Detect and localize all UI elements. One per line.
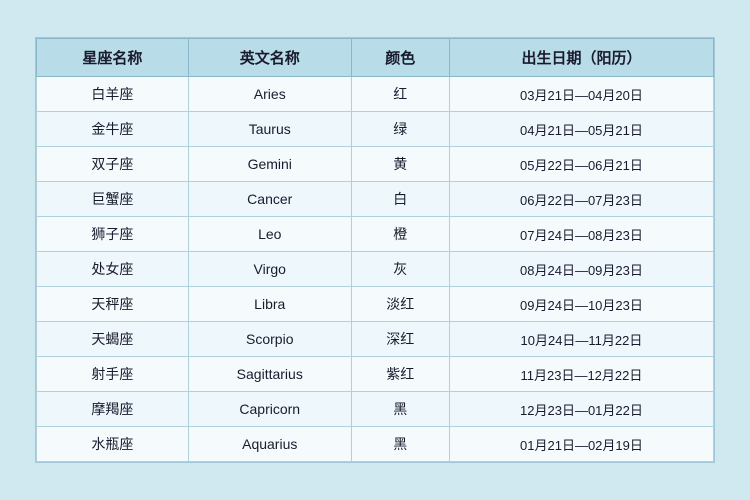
cell-dates: 10月24日—11月22日 (449, 322, 713, 357)
cell-color: 绿 (351, 112, 449, 147)
cell-chinese-name: 金牛座 (37, 112, 189, 147)
col-header-color: 颜色 (351, 39, 449, 77)
cell-color: 白 (351, 182, 449, 217)
table-header-row: 星座名称 英文名称 颜色 出生日期（阳历） (37, 39, 714, 77)
cell-chinese-name: 天秤座 (37, 287, 189, 322)
col-header-dates: 出生日期（阳历） (449, 39, 713, 77)
cell-chinese-name: 天蝎座 (37, 322, 189, 357)
cell-chinese-name: 射手座 (37, 357, 189, 392)
cell-english-name: Libra (188, 287, 351, 322)
table-row: 水瓶座Aquarius黑01月21日—02月19日 (37, 427, 714, 462)
cell-chinese-name: 双子座 (37, 147, 189, 182)
table-row: 天秤座Libra淡红09月24日—10月23日 (37, 287, 714, 322)
cell-chinese-name: 水瓶座 (37, 427, 189, 462)
cell-chinese-name: 摩羯座 (37, 392, 189, 427)
table-row: 狮子座Leo橙07月24日—08月23日 (37, 217, 714, 252)
table-row: 处女座Virgo灰08月24日—09月23日 (37, 252, 714, 287)
cell-english-name: Cancer (188, 182, 351, 217)
cell-dates: 06月22日—07月23日 (449, 182, 713, 217)
table-row: 金牛座Taurus绿04月21日—05月21日 (37, 112, 714, 147)
cell-chinese-name: 狮子座 (37, 217, 189, 252)
cell-dates: 12月23日—01月22日 (449, 392, 713, 427)
cell-dates: 07月24日—08月23日 (449, 217, 713, 252)
cell-color: 淡红 (351, 287, 449, 322)
cell-dates: 09月24日—10月23日 (449, 287, 713, 322)
cell-color: 黄 (351, 147, 449, 182)
cell-color: 橙 (351, 217, 449, 252)
table-row: 射手座Sagittarius紫红11月23日—12月22日 (37, 357, 714, 392)
cell-dates: 01月21日—02月19日 (449, 427, 713, 462)
cell-chinese-name: 巨蟹座 (37, 182, 189, 217)
cell-color: 红 (351, 77, 449, 112)
zodiac-table: 星座名称 英文名称 颜色 出生日期（阳历） 白羊座Aries红03月21日—04… (36, 38, 714, 462)
cell-color: 灰 (351, 252, 449, 287)
table-row: 摩羯座Capricorn黑12月23日—01月22日 (37, 392, 714, 427)
cell-dates: 11月23日—12月22日 (449, 357, 713, 392)
cell-dates: 05月22日—06月21日 (449, 147, 713, 182)
table-row: 双子座Gemini黄05月22日—06月21日 (37, 147, 714, 182)
table-row: 天蝎座Scorpio深红10月24日—11月22日 (37, 322, 714, 357)
table-row: 白羊座Aries红03月21日—04月20日 (37, 77, 714, 112)
cell-english-name: Aries (188, 77, 351, 112)
cell-color: 黑 (351, 427, 449, 462)
cell-dates: 04月21日—05月21日 (449, 112, 713, 147)
cell-english-name: Sagittarius (188, 357, 351, 392)
cell-color: 紫红 (351, 357, 449, 392)
col-header-chinese: 星座名称 (37, 39, 189, 77)
table-row: 巨蟹座Cancer白06月22日—07月23日 (37, 182, 714, 217)
cell-chinese-name: 白羊座 (37, 77, 189, 112)
cell-english-name: Scorpio (188, 322, 351, 357)
cell-color: 深红 (351, 322, 449, 357)
cell-color: 黑 (351, 392, 449, 427)
cell-english-name: Gemini (188, 147, 351, 182)
cell-chinese-name: 处女座 (37, 252, 189, 287)
cell-dates: 08月24日—09月23日 (449, 252, 713, 287)
col-header-english: 英文名称 (188, 39, 351, 77)
cell-english-name: Leo (188, 217, 351, 252)
cell-english-name: Capricorn (188, 392, 351, 427)
cell-english-name: Aquarius (188, 427, 351, 462)
zodiac-table-container: 星座名称 英文名称 颜色 出生日期（阳历） 白羊座Aries红03月21日—04… (35, 37, 715, 463)
cell-english-name: Taurus (188, 112, 351, 147)
cell-dates: 03月21日—04月20日 (449, 77, 713, 112)
cell-english-name: Virgo (188, 252, 351, 287)
